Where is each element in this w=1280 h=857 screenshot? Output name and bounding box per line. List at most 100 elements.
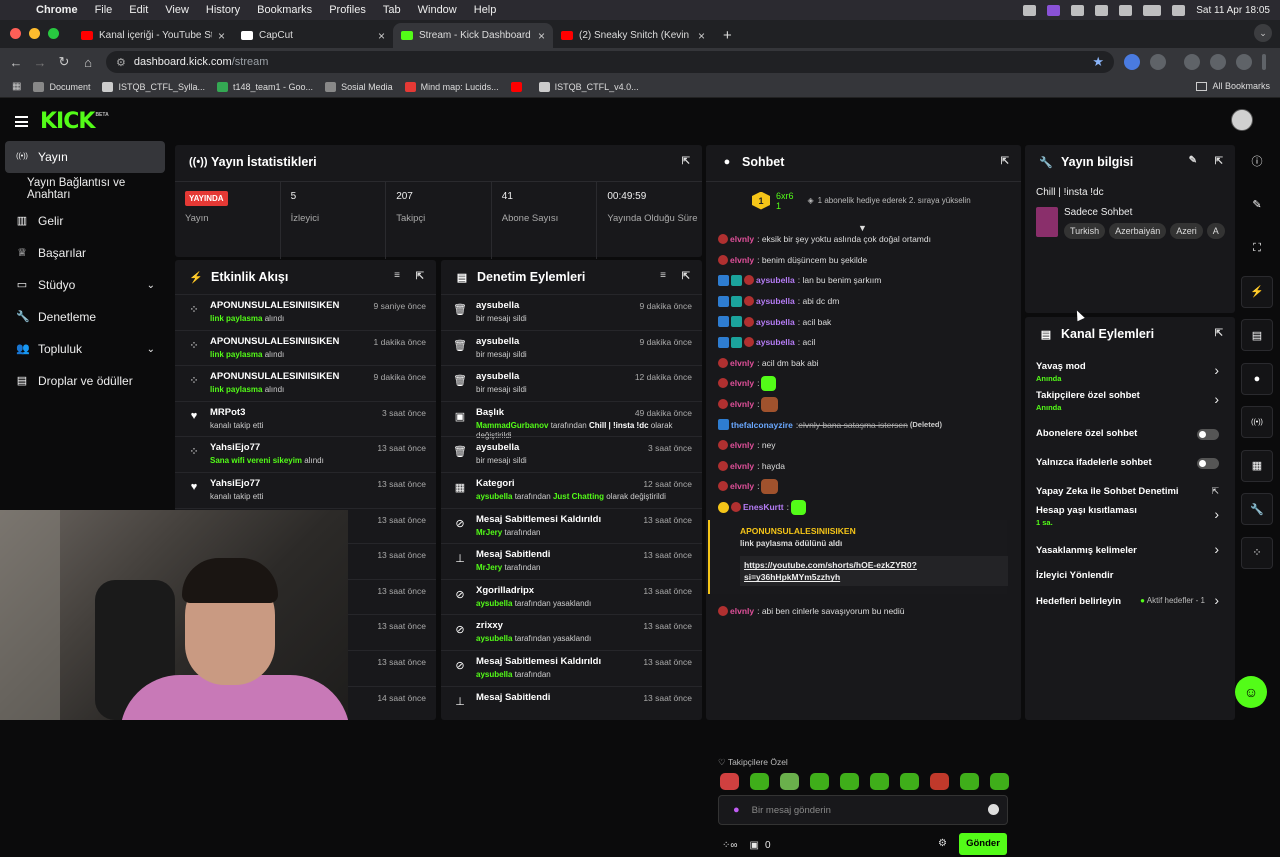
chat-message[interactable]: elvnly: bbox=[706, 394, 1021, 415]
help-button[interactable]: ☺ bbox=[1235, 676, 1267, 708]
stream-tag[interactable]: Turkish bbox=[1064, 223, 1106, 239]
home-icon[interactable]: ⌂ bbox=[76, 55, 100, 70]
chat-username[interactable]: elvnly bbox=[730, 358, 754, 368]
moderation-item[interactable]: ⊥ Mesaj Sabitlendi 13 saat önce bbox=[441, 685, 702, 720]
stream-tag[interactable]: A bbox=[1206, 223, 1225, 239]
emote-option[interactable] bbox=[720, 773, 739, 790]
emote-option[interactable] bbox=[870, 773, 889, 790]
popout-icon[interactable]: ⇱ bbox=[1001, 156, 1009, 167]
kick-logo[interactable]: KICK bbox=[40, 109, 95, 134]
send-button[interactable]: Gönder bbox=[959, 833, 1007, 855]
menu-item[interactable]: Bookmarks bbox=[257, 4, 312, 16]
chat-username[interactable]: aysubella bbox=[756, 317, 795, 327]
points-icon[interactable]: ⁘∞ bbox=[722, 840, 738, 851]
menu-icon[interactable] bbox=[15, 116, 28, 127]
reward-icon[interactable]: ⁘ bbox=[1241, 536, 1273, 569]
toggle-switch[interactable] bbox=[1197, 458, 1219, 469]
menu-item[interactable]: History bbox=[206, 4, 240, 16]
bookmark-item[interactable]: ISTQB_CTFL_Sylla... bbox=[102, 81, 205, 92]
stream-tag[interactable]: Azeri bbox=[1170, 223, 1203, 239]
moderation-item[interactable]: ⊘ zrixxy aysubella tarafından yasaklandı 13… bbox=[441, 614, 702, 650]
menu-item[interactable]: Window bbox=[418, 4, 457, 16]
emote-option[interactable] bbox=[900, 773, 919, 790]
minimize-window-button[interactable] bbox=[29, 28, 40, 39]
chat-message[interactable]: elvnly: bbox=[706, 476, 1021, 497]
chat-message[interactable]: EnesKurtt: bbox=[706, 497, 1021, 518]
browser-tab[interactable]: Kanal içeriği - YouTube Studio × bbox=[73, 23, 233, 48]
emoji-icon[interactable] bbox=[988, 804, 999, 815]
emote-option[interactable] bbox=[960, 773, 979, 790]
broadcast-icon[interactable]: ((•)) bbox=[1241, 406, 1273, 438]
chevron-right-icon[interactable]: › bbox=[1214, 506, 1219, 522]
chat-message[interactable]: elvnly: bbox=[706, 373, 1021, 394]
edit-pencil-icon[interactable]: ✎ bbox=[1189, 155, 1197, 166]
moderation-item[interactable]: ⊘ Mesaj Sabitlemesi Kaldırıldı aysubella t… bbox=[441, 649, 702, 686]
bookmark-item[interactable]: t148_team1 - Goo... bbox=[217, 81, 313, 92]
chat-message[interactable]: elvnly: abi ben cinlerle savaşıyorum bu … bbox=[706, 600, 1021, 621]
bookmark-item[interactable]: Mind map: Lucids... bbox=[404, 81, 499, 92]
popout-icon[interactable]: ⇱ bbox=[1215, 156, 1223, 167]
chat-username[interactable]: elvnly bbox=[730, 440, 754, 450]
wifi-icon[interactable] bbox=[1119, 4, 1133, 16]
moderation-item[interactable]: 🗑 aysubella bir mesajı sildi 9 dakika önce bbox=[441, 329, 702, 366]
new-tab-button[interactable]: + bbox=[713, 27, 742, 48]
pencil-icon[interactable]: ✎ bbox=[1241, 189, 1273, 221]
chat-message[interactable]: elvnly: ney bbox=[706, 435, 1021, 456]
moderation-item[interactable]: 🗑 aysubella bir mesajı sildi 12 dakika önce bbox=[441, 365, 702, 401]
close-tab-icon[interactable]: × bbox=[378, 29, 385, 43]
channel-action[interactable]: Yalnızca ifadelerle sohbet bbox=[1025, 452, 1235, 476]
popout-icon[interactable]: ⇱ bbox=[416, 271, 424, 282]
bookmark-item[interactable]: Document bbox=[33, 81, 90, 92]
battery-icon[interactable] bbox=[1143, 4, 1162, 16]
activity-item[interactable]: ⁘ APONUNSULALESINIISIKEN link paylasma alı… bbox=[175, 294, 436, 330]
chat-username[interactable]: aysubella bbox=[756, 275, 795, 285]
chevron-right-icon[interactable]: › bbox=[1214, 541, 1219, 557]
emote-option[interactable] bbox=[810, 773, 829, 790]
popout-icon[interactable]: ⇱ bbox=[682, 271, 690, 282]
close-tab-icon[interactable]: × bbox=[698, 29, 705, 43]
extensions-puzzle-icon[interactable] bbox=[1150, 54, 1166, 70]
popout-icon[interactable]: ⇱ bbox=[1215, 328, 1223, 339]
tab-search-button[interactable]: ⌄ bbox=[1254, 24, 1272, 42]
browser-tab[interactable]: CapCut × bbox=[233, 23, 393, 48]
emote-option[interactable] bbox=[750, 773, 769, 790]
chat-icon[interactable]: ● bbox=[1241, 362, 1273, 395]
chevron-right-icon[interactable]: › bbox=[1214, 592, 1219, 608]
chat-username[interactable]: elvnly bbox=[730, 255, 754, 265]
chat-message[interactable]: aysubella: acil bak bbox=[706, 311, 1021, 332]
chat-username[interactable]: elvnly bbox=[730, 399, 754, 409]
back-icon[interactable]: ← bbox=[4, 55, 28, 70]
reload-icon[interactable]: ↻ bbox=[52, 54, 76, 70]
screen-icon[interactable]: ⛶ bbox=[1241, 232, 1273, 264]
activity-item[interactable]: ⁘ YahsiEjo77 Sana wifi vereni sikeyim alın… bbox=[175, 436, 436, 472]
moderation-item[interactable]: ⊘ Mesaj Sabitlemesi Kaldırıldı MrJery tara… bbox=[441, 507, 702, 544]
filter-icon[interactable]: ≡ bbox=[660, 270, 666, 281]
status-icon[interactable] bbox=[1071, 4, 1085, 16]
emote-option[interactable] bbox=[840, 773, 859, 790]
channel-action[interactable]: Yavaş mod Anında › bbox=[1025, 361, 1235, 385]
activity-item[interactable]: ♥ MRPot3 kanalı takip etti 3 saat önce bbox=[175, 400, 436, 437]
moderation-item[interactable]: 🗑 aysubella bir mesajı sildi 9 dakika önce bbox=[441, 294, 702, 330]
channel-action[interactable]: Hesap yaşı kısıtlaması 1 sa. › bbox=[1025, 505, 1235, 529]
bookmark-item[interactable]: ISTQB_CTFL_v4.0... bbox=[538, 81, 639, 92]
menu-item[interactable]: Profiles bbox=[329, 4, 366, 16]
activity-item[interactable]: ♥ YahsiEjo77 kanalı takip etti 13 saat önce bbox=[175, 471, 436, 508]
moderation-item[interactable]: ▦ Kategori aysubella tarafından Just Chatt… bbox=[441, 471, 702, 508]
reward-user[interactable]: APONUNSULALESINIISIKEN bbox=[740, 526, 1007, 536]
emote-option[interactable] bbox=[780, 773, 799, 790]
chat-message[interactable]: aysubella: lan bu benim şarkıım bbox=[706, 270, 1021, 291]
chat-username[interactable]: aysubella bbox=[756, 296, 795, 306]
filter-icon[interactable]: ≡ bbox=[394, 270, 400, 281]
chat-message-list[interactable]: elvnly: eksik bir şey yoktu aslında çok … bbox=[706, 229, 1021, 669]
menu-item[interactable]: View bbox=[165, 4, 189, 16]
status-icon[interactable] bbox=[1095, 4, 1109, 16]
moderation-item[interactable]: ▣ Başlık MammadGurbanov tarafından Chill |… bbox=[441, 400, 702, 440]
emote-option[interactable] bbox=[930, 773, 949, 790]
close-tab-icon[interactable]: × bbox=[218, 29, 225, 43]
chat-input[interactable]: ● Bir mesaj gönderin bbox=[718, 795, 1008, 825]
chat-username[interactable]: elvnly bbox=[730, 378, 754, 388]
reading-list-icon[interactable] bbox=[1210, 54, 1226, 70]
bolt-icon[interactable]: ⚡ bbox=[1241, 275, 1273, 308]
wrench-icon[interactable]: 🔧 bbox=[1241, 493, 1273, 525]
chat-message[interactable]: elvnly: hayda bbox=[706, 456, 1021, 477]
